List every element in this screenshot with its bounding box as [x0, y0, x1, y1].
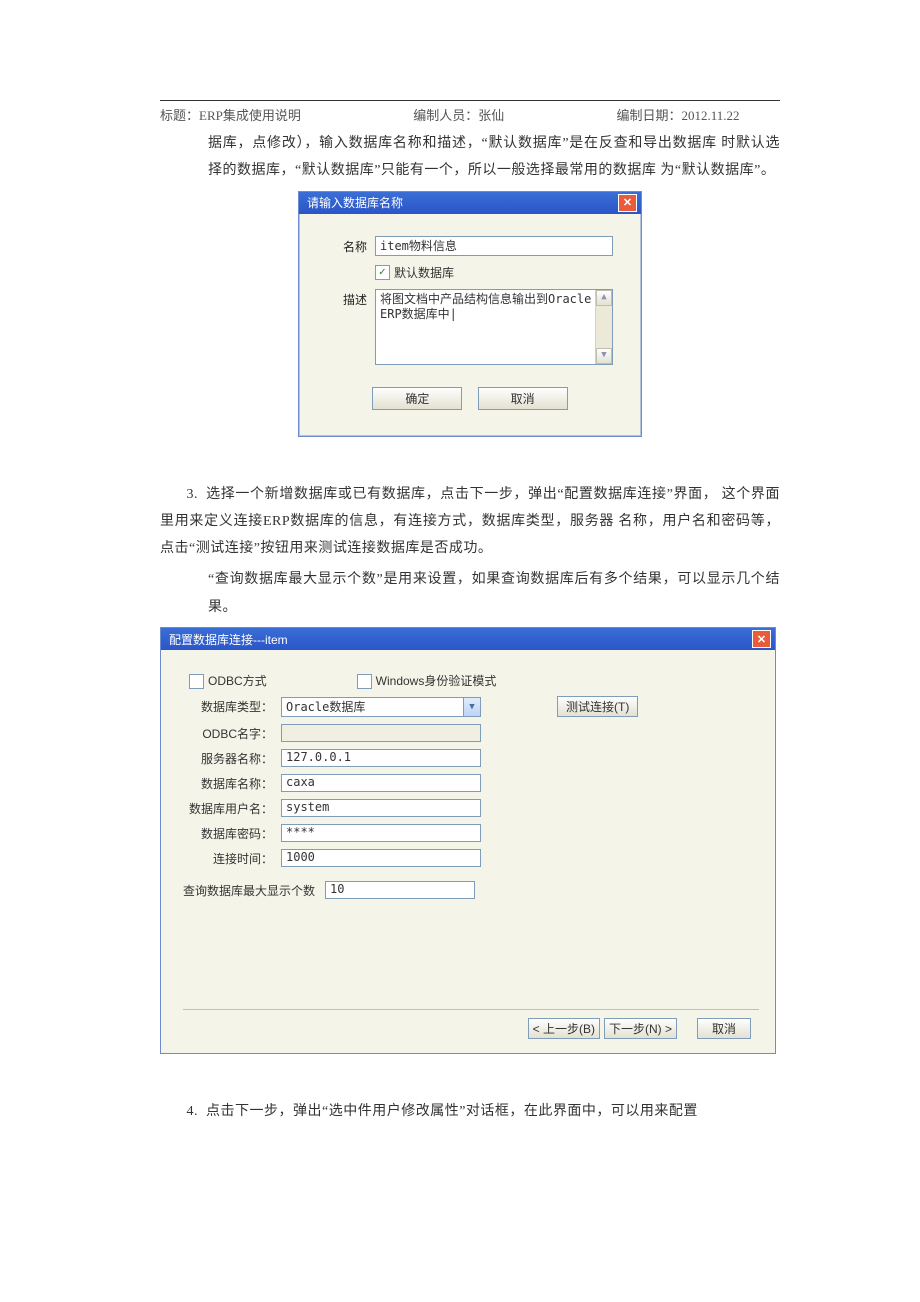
windows-auth-checkbox[interactable]	[357, 674, 372, 689]
maxrows-input[interactable]: 10	[325, 881, 475, 899]
dialog-enter-database-name: 请输入数据库名称 ✕ 名称 item物料信息 ✓ 默认数据库 描述 将图文档中产…	[298, 191, 642, 437]
previous-button[interactable]: < 上一步(B)	[528, 1018, 600, 1039]
label-odbcname: ODBC名字：	[183, 725, 273, 742]
dbtype-value: Oracle数据库	[286, 698, 365, 715]
close-icon[interactable]: ✕	[752, 630, 771, 648]
dialog2-title: 配置数据库连接---item	[169, 631, 288, 648]
scroll-up-icon[interactable]: ▲	[596, 290, 612, 306]
dbpwd-input[interactable]: ****	[281, 824, 481, 842]
odbc-mode-label: ODBC方式	[208, 674, 267, 688]
next-button[interactable]: 下一步(N) >	[604, 1018, 677, 1039]
chevron-down-icon: ▼	[463, 698, 480, 716]
list-text-3b: “查询数据库最大显示个数”是用来设置，如果查询数据库后有多个结果，可以显示几个结…	[208, 572, 780, 614]
list-text-3b-wrap: “查询数据库最大显示个数”是用来设置，如果查询数据库后有多个结果，可以显示几个结…	[208, 566, 780, 621]
header-author: 编制人员：张仙	[413, 105, 613, 124]
label-description: 描述	[327, 289, 367, 308]
description-value: 将图文档中产品结构信息输出到Oracle ERP数据库中|	[380, 292, 591, 322]
scroll-down-icon[interactable]: ▼	[596, 348, 612, 364]
dbuser-input[interactable]: system	[281, 799, 481, 817]
header-title: 标题：ERP集成使用说明	[160, 105, 410, 124]
label-name: 名称	[327, 236, 367, 255]
conntime-input[interactable]: 1000	[281, 849, 481, 867]
page-header: 标题：ERP集成使用说明 编制人员：张仙 编制日期：2012.11.22	[160, 105, 780, 124]
scrollbar[interactable]: ▲ ▼	[595, 290, 612, 364]
dbtype-select[interactable]: Oracle数据库 ▼	[281, 697, 481, 717]
cancel-button[interactable]: 取消	[697, 1018, 751, 1039]
label-conntime: 连接时间：	[183, 850, 273, 867]
dialog2-titlebar[interactable]: 配置数据库连接---item ✕	[161, 628, 775, 650]
list-number-4: 4.	[160, 1098, 198, 1125]
header-date: 编制日期：2012.11.22	[617, 105, 740, 124]
test-connection-button[interactable]: 测试连接(T)	[557, 696, 638, 717]
default-database-label: 默认数据库	[394, 264, 454, 281]
description-textarea[interactable]: 将图文档中产品结构信息输出到Oracle ERP数据库中| ▲ ▼	[375, 289, 613, 365]
ok-button[interactable]: 确定	[372, 387, 462, 410]
windows-auth-label: Windows身份验证模式	[376, 674, 497, 688]
header-rule	[160, 100, 780, 101]
dbname-input[interactable]: caxa	[281, 774, 481, 792]
dialog1-title: 请输入数据库名称	[307, 194, 403, 211]
odbcname-input[interactable]	[281, 724, 481, 742]
close-icon[interactable]: ✕	[618, 194, 637, 212]
server-input[interactable]: 127.0.0.1	[281, 749, 481, 767]
cancel-button[interactable]: 取消	[478, 387, 568, 410]
label-dbname: 数据库名称：	[183, 775, 273, 792]
list-number-3: 3.	[160, 481, 198, 508]
paragraph-continuation: 据库，点修改），输入数据库名称和描述，“默认数据库”是在反查和导出数据库 时默认…	[208, 130, 780, 185]
list-item-3: 3.选择一个新增数据库或已有数据库，点击下一步，弹出“配置数据库连接”界面， 这…	[160, 481, 780, 563]
label-server: 服务器名称：	[183, 750, 273, 767]
label-maxrows: 查询数据库最大显示个数	[183, 882, 315, 899]
label-dbtype: 数据库类型：	[183, 698, 273, 715]
dialog1-titlebar[interactable]: 请输入数据库名称 ✕	[299, 192, 641, 214]
dialog-configure-db-connection: 配置数据库连接---item ✕ ODBC方式 Windows身份验证模式 数据…	[160, 627, 776, 1054]
odbc-mode-checkbox[interactable]	[189, 674, 204, 689]
list-text-4: 点击下一步，弹出“选中件用户修改属性”对话框，在此界面中，可以用来配置	[206, 1104, 698, 1119]
list-item-4: 4. 点击下一步，弹出“选中件用户修改属性”对话框，在此界面中，可以用来配置	[160, 1098, 780, 1125]
label-dbuser: 数据库用户名：	[183, 800, 273, 817]
name-input[interactable]: item物料信息	[375, 236, 613, 256]
list-text-3a: 选择一个新增数据库或已有数据库，点击下一步，弹出“配置数据库连接”界面， 这个界…	[160, 487, 780, 557]
label-dbpwd: 数据库密码：	[183, 825, 273, 842]
default-database-checkbox[interactable]: ✓	[375, 265, 390, 280]
